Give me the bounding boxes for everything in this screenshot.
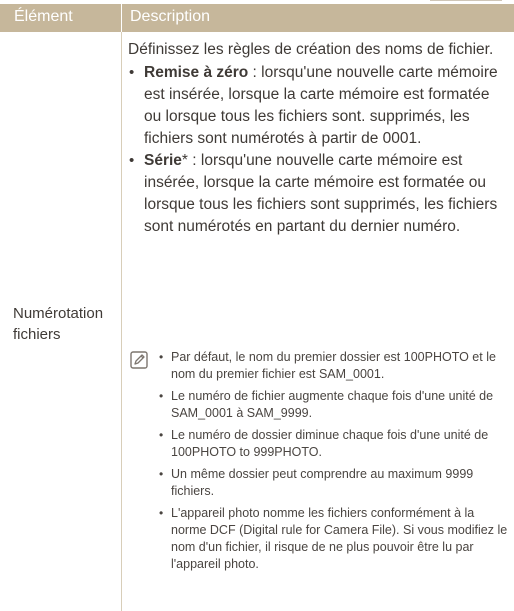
note-text: Le numéro de dossier diminue chaque fois… xyxy=(171,428,489,459)
note-text: L'appareil photo nomme les fichiers conf… xyxy=(171,506,508,571)
note-pencil-icon xyxy=(130,351,148,369)
note-item: • Un même dossier peut comprendre au max… xyxy=(159,466,509,500)
manual-page: Élément Description Numérotation fichier… xyxy=(0,0,514,611)
option-list: • Remise à zéro : lorsqu'une nouvelle ca… xyxy=(128,62,506,238)
option-item: • Remise à zéro : lorsqu'une nouvelle ca… xyxy=(128,62,506,150)
element-label: Numérotation fichiers xyxy=(13,305,104,343)
column-divider xyxy=(121,32,122,611)
option-item: • Série* : lorsqu'une nouvelle carte mém… xyxy=(128,150,506,238)
bullet-icon: • xyxy=(129,152,135,169)
header-element: Élément xyxy=(14,8,73,25)
header-divider xyxy=(121,4,122,32)
note-text: Le numéro de fichier augmente chaque foi… xyxy=(171,389,494,420)
option-term: Série xyxy=(144,152,182,169)
note-item: • Le numéro de dossier diminue chaque fo… xyxy=(159,427,509,461)
description-intro: Définissez les règles de création des no… xyxy=(128,41,494,58)
note-item: • L'appareil photo nomme les fichiers co… xyxy=(159,505,509,573)
note-text: Un même dossier peut comprendre au maxim… xyxy=(171,467,474,498)
note-list: • Par défaut, le nom du premier dossier … xyxy=(159,349,509,578)
table-header: Élément Description xyxy=(0,4,514,32)
header-description: Description xyxy=(130,8,211,25)
bullet-icon: • xyxy=(159,350,164,364)
bullet-icon: • xyxy=(159,428,164,442)
note-item: • Le numéro de fichier augmente chaque f… xyxy=(159,388,509,422)
bullet-icon: • xyxy=(159,506,164,520)
bullet-icon: • xyxy=(129,64,135,81)
bullet-icon: • xyxy=(159,467,164,481)
note-item: • Par défaut, le nom du premier dossier … xyxy=(159,349,509,383)
option-text: : lorsqu'une nouvelle carte mémoire est … xyxy=(144,152,498,235)
description-cell: Définissez les règles de création des no… xyxy=(128,39,506,238)
note-text: Par défaut, le nom du premier dossier es… xyxy=(171,350,496,381)
bullet-icon: • xyxy=(159,389,164,403)
option-term: Remise à zéro xyxy=(144,64,249,81)
